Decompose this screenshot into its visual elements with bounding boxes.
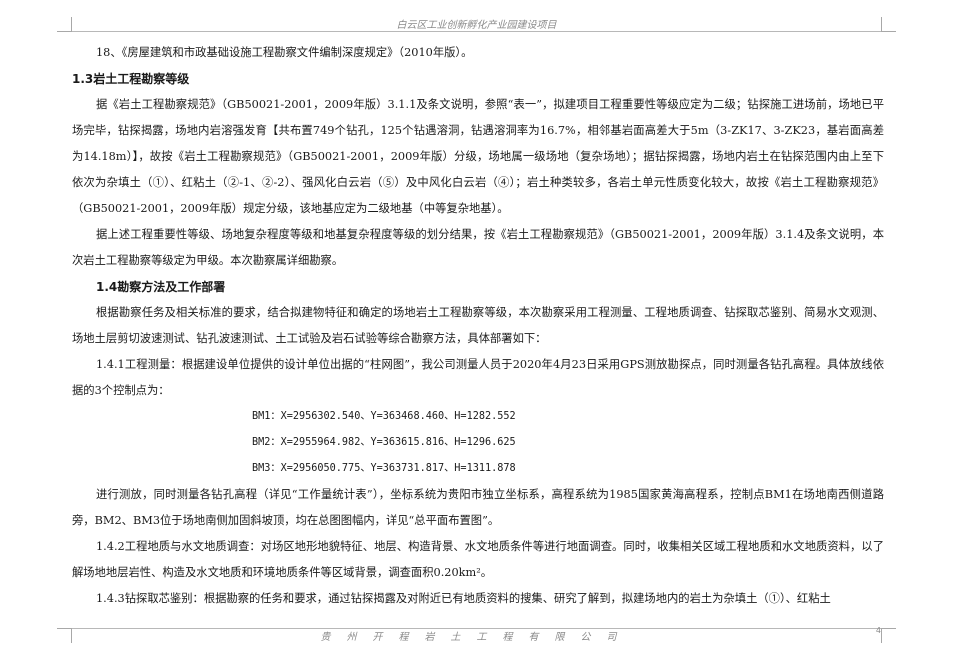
paragraph-1-4-2-investigation: 1.4.2工程地质与水文地质调查：对场区地形地貌特征、地层、构造背景、水文地质条…: [72, 540, 884, 579]
paragraph-1-4-3-drilling: 1.4.3钻探取芯鉴别：根据勘察的任务和要求，通过钻探揭露及对附近已有地质资料的…: [96, 592, 831, 605]
section-heading-1-4: 1.4勘察方法及工作部署: [96, 280, 226, 294]
document-body: 18、《房屋建筑和市政基础设施工程勘察文件编制深度规定》（2010年版）。 1.…: [72, 40, 884, 612]
page-header: 白云区工业创新孵化产业园建设项目: [396, 20, 557, 31]
paragraph-1-3-result: 据上述工程重要性等级、场地复杂程度等级和地基复杂程度等级的划分结果，按《岩土工程…: [72, 228, 884, 267]
paragraph-1-4-1-details: 进行测放，同时测量各钻孔高程（详见“工作量统计表”），坐标系统为贵阳市独立坐标系…: [72, 488, 884, 527]
paragraph-1-4-1-survey: 1.4.1工程测量：根据建设单位提供的设计单位出据的“柱网图”，我公司测量人员于…: [72, 358, 884, 397]
page-footer-company: 贵州开程岩土工程有限公司: [320, 632, 633, 643]
page-number: 4: [875, 626, 881, 635]
document-page: 白云区工业创新孵化产业园建设项目 18、《房屋建筑和市政基础设施工程勘察文件编制…: [0, 0, 953, 672]
section-heading-1-3: 1.3岩土工程勘察等级: [72, 72, 190, 86]
paragraph-1-3-grade: 据《岩土工程勘察规范》（GB50021-2001，2009年版）3.1.1及条文…: [72, 98, 884, 215]
header-rule: [72, 31, 881, 32]
control-point-bm1: BM1：X=2956302.540、Y=363468.460、H=1282.55…: [252, 411, 516, 422]
paragraph-1-4-intro: 根据勘察任务及相关标准的要求，结合拟建物特征和确定的场地岩土工程勘察等级，本次勘…: [72, 306, 884, 345]
control-point-bm3: BM3：X=2956050.775、Y=363731.817、H=1311.87…: [252, 463, 516, 474]
control-point-bm2: BM2：X=2955964.982、Y=363615.816、H=1296.62…: [252, 437, 516, 448]
reference-item-18: 18、《房屋建筑和市政基础设施工程勘察文件编制深度规定》（2010年版）。: [96, 46, 473, 59]
